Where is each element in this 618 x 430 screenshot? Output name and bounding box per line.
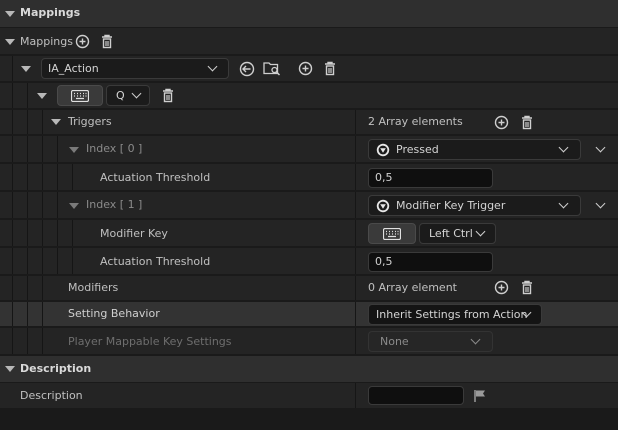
add-element-icon[interactable] bbox=[75, 34, 90, 49]
player-mappable-row: Player Mappable Key Settings None bbox=[0, 328, 618, 355]
trigger-index-row: Index [ 1 ] Modifier Key Trigger bbox=[0, 192, 618, 219]
key-capture-button[interactable] bbox=[368, 223, 416, 244]
add-element-icon[interactable] bbox=[494, 115, 509, 130]
modifiers-count: 0 Array element bbox=[368, 281, 457, 294]
modifier-key-row: Modifier Key Left Ctrl bbox=[0, 220, 618, 247]
keyboard-icon bbox=[71, 90, 89, 102]
expand-chevron-icon[interactable] bbox=[595, 142, 606, 153]
delete-icon[interactable] bbox=[520, 280, 534, 295]
mappings-row: Mappings bbox=[0, 28, 618, 55]
trigger-icon bbox=[376, 199, 390, 213]
collapse-arrow-icon[interactable] bbox=[69, 203, 79, 209]
setting-behavior-dropdown[interactable]: Inherit Settings from Action bbox=[368, 304, 542, 325]
triggers-row: Triggers 2 Array elements bbox=[0, 110, 618, 135]
expand-chevron-icon[interactable] bbox=[595, 198, 606, 209]
delete-icon[interactable] bbox=[520, 115, 534, 130]
delete-icon[interactable] bbox=[161, 88, 175, 103]
chevron-down-icon bbox=[470, 334, 481, 345]
section-title: Description bbox=[20, 362, 92, 375]
localization-flag-icon[interactable] bbox=[473, 389, 487, 403]
input-action-row: IA_Action bbox=[0, 56, 618, 82]
chevron-down-icon bbox=[558, 198, 569, 209]
modifier-key-dropdown[interactable]: Left Ctrl bbox=[419, 223, 496, 244]
key-row: Q bbox=[0, 83, 618, 109]
browse-asset-icon[interactable] bbox=[263, 60, 281, 76]
collapse-arrow-icon[interactable] bbox=[5, 366, 15, 372]
key-value: Q bbox=[116, 89, 125, 102]
chevron-down-icon bbox=[558, 142, 569, 153]
modifier-key-value: Left Ctrl bbox=[429, 227, 473, 240]
use-selected-asset-icon[interactable] bbox=[239, 61, 255, 77]
trigger-type-dropdown[interactable]: Modifier Key Trigger bbox=[368, 195, 581, 216]
setting-behavior-label: Setting Behavior bbox=[68, 307, 160, 320]
trigger-icon bbox=[376, 143, 390, 157]
modifiers-row: Modifiers 0 Array element bbox=[0, 276, 618, 301]
actuation-threshold-label: Actuation Threshold bbox=[100, 255, 211, 268]
triggers-label: Triggers bbox=[68, 115, 112, 128]
delete-icon[interactable] bbox=[100, 34, 114, 49]
actuation-threshold-input[interactable]: 0,5 bbox=[368, 168, 493, 188]
input-action-dropdown[interactable]: IA_Action bbox=[41, 58, 229, 79]
actuation-threshold-label: Actuation Threshold bbox=[100, 171, 211, 184]
player-mappable-label: Player Mappable Key Settings bbox=[68, 335, 232, 348]
setting-behavior-value: Inherit Settings from Action bbox=[376, 308, 528, 321]
key-capture-button[interactable] bbox=[57, 85, 103, 106]
trigger-index-label: Index [ 0 ] bbox=[86, 142, 143, 155]
section-title: Mappings bbox=[20, 6, 81, 19]
collapse-arrow-icon[interactable] bbox=[51, 119, 61, 125]
trigger-index-label: Index [ 1 ] bbox=[86, 198, 143, 211]
trigger-type-value: Modifier Key Trigger bbox=[396, 199, 506, 212]
input-action-value: IA_Action bbox=[48, 62, 99, 75]
modifier-key-label: Modifier Key bbox=[100, 227, 168, 240]
player-mappable-dropdown: None bbox=[368, 331, 493, 352]
collapse-arrow-icon[interactable] bbox=[69, 147, 79, 153]
modifiers-label: Modifiers bbox=[68, 281, 119, 294]
trigger-type-value: Pressed bbox=[396, 143, 439, 156]
description-label: Description bbox=[20, 389, 83, 402]
keyboard-icon bbox=[383, 228, 401, 240]
actuation-threshold-row: Actuation Threshold 0,5 bbox=[0, 248, 618, 275]
add-element-icon[interactable] bbox=[298, 61, 313, 76]
chevron-down-icon bbox=[131, 88, 142, 99]
collapse-arrow-icon[interactable] bbox=[5, 39, 15, 45]
collapse-arrow-icon[interactable] bbox=[37, 93, 47, 99]
mappings-label: Mappings bbox=[20, 35, 73, 48]
triggers-count: 2 Array elements bbox=[368, 115, 463, 128]
mappings-section-header[interactable]: Mappings bbox=[0, 0, 618, 27]
chevron-down-icon bbox=[475, 226, 486, 237]
description-row: Description bbox=[0, 383, 618, 409]
chevron-down-icon bbox=[207, 61, 218, 72]
collapse-arrow-icon[interactable] bbox=[21, 66, 31, 72]
collapse-arrow-icon[interactable] bbox=[5, 11, 15, 17]
actuation-threshold-input[interactable]: 0,5 bbox=[368, 252, 493, 272]
trigger-type-dropdown[interactable]: Pressed bbox=[368, 139, 581, 160]
add-element-icon[interactable] bbox=[494, 280, 509, 295]
actuation-threshold-row: Actuation Threshold 0,5 bbox=[0, 164, 618, 191]
key-dropdown[interactable]: Q bbox=[106, 85, 150, 106]
delete-icon[interactable] bbox=[323, 61, 337, 76]
trigger-index-row: Index [ 0 ] Pressed bbox=[0, 136, 618, 163]
setting-behavior-row: Setting Behavior Inherit Settings from A… bbox=[0, 302, 618, 327]
description-input[interactable] bbox=[368, 386, 464, 405]
description-section-header[interactable]: Description bbox=[0, 356, 618, 382]
player-mappable-value: None bbox=[380, 335, 409, 348]
